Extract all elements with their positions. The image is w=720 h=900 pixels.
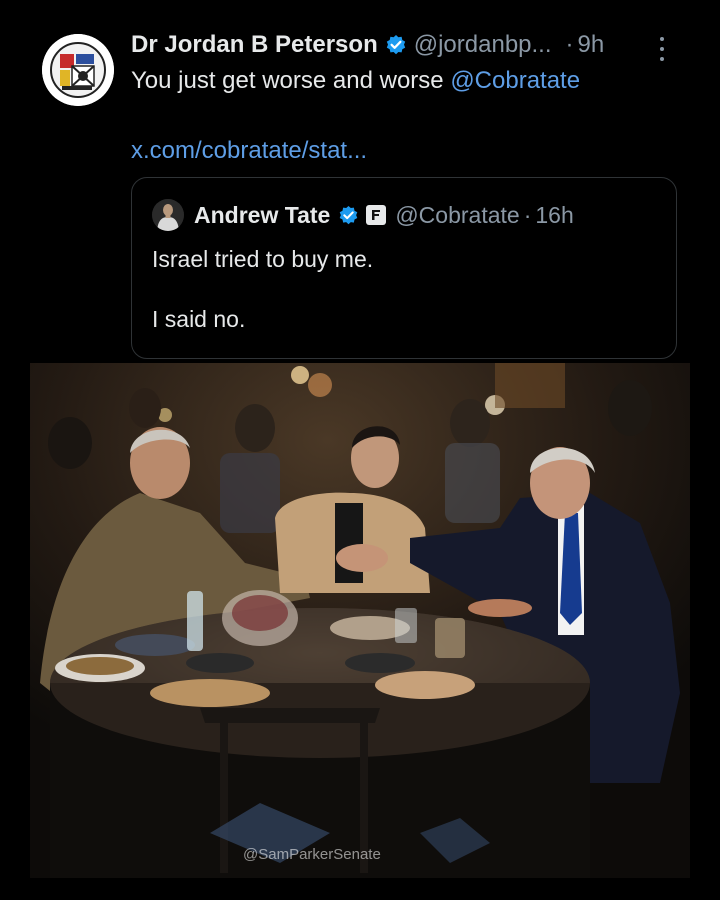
quote-timestamp[interactable]: 16h xyxy=(535,202,573,229)
tweet-photo[interactable]: @SamParkerSenate xyxy=(30,363,690,878)
author-handle[interactable]: @jordanbp... xyxy=(414,31,552,59)
tweet-text-content: You just get worse and worse xyxy=(131,67,451,94)
mention-link[interactable]: @Cobratate xyxy=(450,67,580,94)
verified-badge-icon xyxy=(338,205,359,226)
quote-author-handle[interactable]: @Cobratate xyxy=(395,202,519,229)
author-avatar[interactable] xyxy=(42,34,114,106)
tweet-url-link[interactable]: x.com/cobratate/stat... xyxy=(131,136,367,166)
tweet-header: Dr Jordan B Peterson @jordanbp... · 9h xyxy=(131,30,691,60)
tweet-timestamp[interactable]: 9h xyxy=(578,31,605,59)
quote-text-line: Israel tried to buy me. xyxy=(152,246,374,272)
quote-avatar-image xyxy=(152,199,184,231)
more-options-icon[interactable] xyxy=(654,37,670,61)
photo-watermark: @SamParkerSenate xyxy=(243,846,381,863)
author-avatar-image xyxy=(42,34,114,106)
tweet-text: You just get worse and worse @Cobratate xyxy=(131,66,580,96)
quote-header: Andrew Tate @Cobratate · 16h xyxy=(194,200,574,230)
quote-text-line: I said no. xyxy=(152,306,246,332)
verified-badge-icon xyxy=(385,34,407,56)
time-separator: · xyxy=(523,201,532,228)
quoted-tweet-card[interactable]: Andrew Tate @Cobratate · 16h Israel trie… xyxy=(131,177,677,359)
quote-author-avatar[interactable] xyxy=(152,199,184,231)
author-name[interactable]: Dr Jordan B Peterson xyxy=(131,31,378,59)
affiliate-badge-icon[interactable] xyxy=(366,205,387,225)
time-separator: · xyxy=(565,31,574,58)
dinner-table-photo xyxy=(30,363,690,878)
quote-author-name[interactable]: Andrew Tate xyxy=(194,202,330,229)
